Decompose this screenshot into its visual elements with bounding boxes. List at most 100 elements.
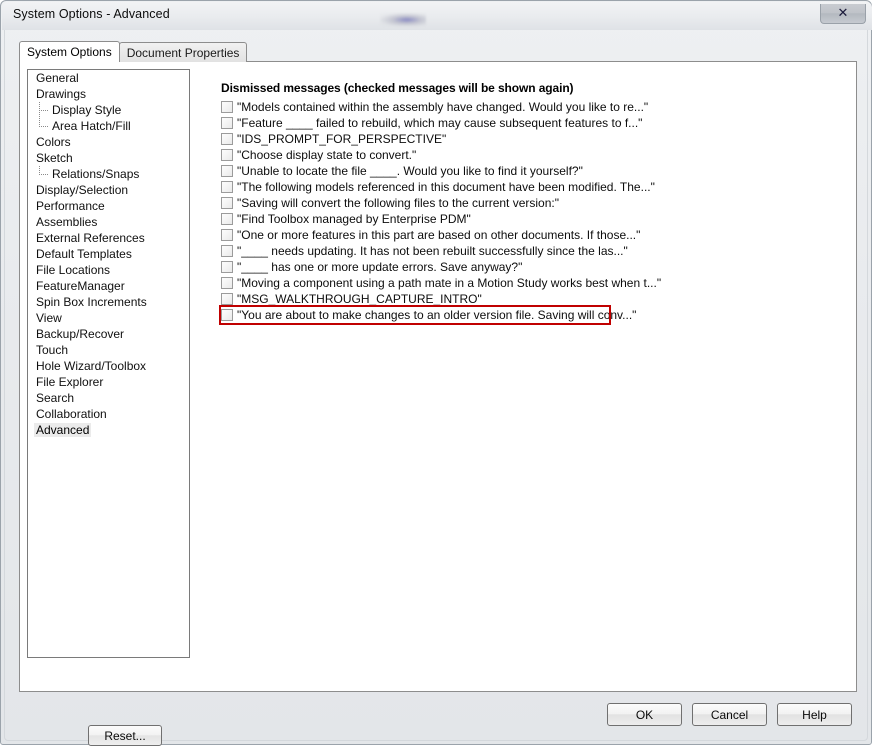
dismissed-message-row[interactable]: "IDS_PROMPT_FOR_PERSPECTIVE": [221, 131, 841, 147]
message-checkbox[interactable]: [221, 133, 233, 145]
message-checkbox[interactable]: [221, 277, 233, 289]
message-checkbox[interactable]: [221, 165, 233, 177]
message-label: "Models contained within the assembly ha…: [237, 100, 649, 114]
sidebar-item-label: File Explorer: [36, 375, 104, 389]
dismissed-message-row[interactable]: "____ needs updating. It has not been re…: [221, 243, 841, 259]
message-label: "MSG_WALKTHROUGH_CAPTURE_INTRO": [237, 292, 482, 306]
tab-document-properties[interactable]: Document Properties: [118, 42, 248, 62]
sidebar-item-view[interactable]: View: [28, 310, 189, 326]
sidebar-item-relations-snaps[interactable]: Relations/Snaps: [28, 166, 189, 182]
sidebar-item-label: Search: [36, 391, 75, 405]
tab-label: Document Properties: [126, 45, 240, 60]
tab-panel: General Drawings Display Style Area Hatch/F…: [19, 61, 857, 746]
sidebar-item-featuremanager[interactable]: FeatureManager: [28, 278, 189, 294]
sidebar-item-area-hatch-fill[interactable]: Area Hatch/Fill: [28, 118, 189, 134]
message-checkbox[interactable]: [221, 181, 233, 193]
sidebar-item-collaboration[interactable]: Collaboration: [28, 406, 189, 422]
dismissed-message-row[interactable]: "Models contained within the assembly ha…: [221, 99, 841, 115]
dismissed-message-row[interactable]: "Saving will convert the following files…: [221, 195, 841, 211]
dismissed-message-row[interactable]: "Unable to locate the file ____. Would y…: [221, 163, 841, 179]
tab-strip: System Options Document Properties: [19, 41, 857, 62]
sidebar-item-label: FeatureManager: [36, 279, 125, 293]
message-label: "One or more features in this part are b…: [237, 228, 641, 242]
sidebar-item-spin-box-increments[interactable]: Spin Box Increments: [28, 294, 189, 310]
sidebar-item-label: Relations/Snaps: [52, 167, 140, 181]
sidebar-item-performance[interactable]: Performance: [28, 198, 189, 214]
dismissed-message-row[interactable]: "Choose display state to convert.": [221, 147, 841, 163]
sidebar-item-label: Display/Selection: [36, 183, 129, 197]
sidebar-item-file-explorer[interactable]: File Explorer: [28, 374, 189, 390]
dismissed-message-row-highlighted[interactable]: "You are about to make changes to an old…: [219, 305, 636, 325]
sidebar-item-touch[interactable]: Touch: [28, 342, 189, 358]
sidebar-item-label: Advanced: [34, 423, 92, 437]
sidebar-item-backup-recover[interactable]: Backup/Recover: [28, 326, 189, 342]
message-label: "The following models referenced in this…: [237, 180, 655, 194]
message-label: "IDS_PROMPT_FOR_PERSPECTIVE": [237, 132, 447, 146]
tab-label: System Options: [27, 45, 112, 59]
close-x-icon[interactable]: ✕: [820, 4, 866, 24]
help-button[interactable]: Help: [777, 703, 852, 726]
ok-button-label: OK: [635, 707, 654, 722]
message-checkbox[interactable]: [221, 213, 233, 225]
sidebar-item-label: External References: [36, 231, 145, 245]
window-title: System Options - Advanced: [13, 7, 170, 21]
dismissed-messages-section: Dismissed messages (checked messages wil…: [219, 81, 841, 325]
help-button-label: Help: [802, 707, 827, 722]
cancel-button[interactable]: Cancel: [692, 703, 767, 726]
sidebar-item-colors[interactable]: Colors: [28, 134, 189, 150]
dismissed-messages-list: "Models contained within the assembly ha…: [219, 99, 841, 325]
message-checkbox[interactable]: [221, 245, 233, 257]
dismissed-message-row[interactable]: "Moving a component using a path mate in…: [221, 275, 841, 291]
dismissed-message-row[interactable]: "MSG_WALKTHROUGH_CAPTURE_INTRO": [221, 291, 841, 307]
sidebar-item-label: General: [36, 71, 79, 85]
title-bar-artifact: [380, 13, 426, 26]
sidebar-item-advanced[interactable]: Advanced: [28, 422, 189, 438]
dismissed-message-row[interactable]: "One or more features in this part are b…: [221, 227, 841, 243]
message-checkbox[interactable]: [221, 149, 233, 161]
sidebar-item-drawings[interactable]: Drawings: [28, 86, 189, 102]
sidebar-item-label: Drawings: [36, 87, 87, 101]
message-checkbox[interactable]: [221, 261, 233, 273]
sidebar-item-default-templates[interactable]: Default Templates: [28, 246, 189, 262]
sidebar-item-hole-wizard-toolbox[interactable]: Hole Wizard/Toolbox: [28, 358, 189, 374]
options-category-tree[interactable]: General Drawings Display Style Area Hatch/F…: [27, 69, 190, 658]
sidebar-item-file-locations[interactable]: File Locations: [28, 262, 189, 278]
dismissed-message-row[interactable]: "____ has one or more update errors. Sav…: [221, 259, 841, 275]
message-label: "Feature ____ failed to rebuild, which m…: [237, 116, 643, 130]
sidebar-item-label: Default Templates: [36, 247, 132, 261]
reset-button-label: Reset...: [104, 728, 146, 743]
message-checkbox[interactable]: [221, 197, 233, 209]
sidebar-item-label: Backup/Recover: [36, 327, 125, 341]
message-label: "Find Toolbox managed by Enterprise PDM": [237, 212, 471, 226]
sidebar-item-label: Hole Wizard/Toolbox: [36, 359, 147, 373]
sidebar-item-display-selection[interactable]: Display/Selection: [28, 182, 189, 198]
message-checkbox[interactable]: [221, 101, 233, 113]
sidebar-item-display-style[interactable]: Display Style: [28, 102, 189, 118]
message-label: "You are about to make changes to an old…: [237, 308, 637, 322]
message-checkbox[interactable]: [221, 309, 233, 321]
sidebar-item-label: Display Style: [52, 103, 122, 117]
sidebar-item-sketch[interactable]: Sketch: [28, 150, 189, 166]
tree-connector-icon: [39, 166, 50, 182]
dismissed-message-row[interactable]: "Feature ____ failed to rebuild, which m…: [221, 115, 841, 131]
message-checkbox[interactable]: [221, 117, 233, 129]
sidebar-item-label: Spin Box Increments: [36, 295, 147, 309]
sidebar-item-search[interactable]: Search: [28, 390, 189, 406]
message-label: "Moving a component using a path mate in…: [237, 276, 662, 290]
sidebar-item-label: Sketch: [36, 151, 73, 165]
reset-button[interactable]: Reset...: [88, 725, 162, 746]
sidebar-item-external-references[interactable]: External References: [28, 230, 189, 246]
dismissed-message-row[interactable]: "The following models referenced in this…: [221, 179, 841, 195]
sidebar-item-label: Colors: [36, 135, 71, 149]
message-checkbox[interactable]: [221, 229, 233, 241]
ok-button[interactable]: OK: [607, 703, 682, 726]
message-checkbox[interactable]: [221, 293, 233, 305]
cancel-button-label: Cancel: [710, 707, 749, 722]
dismissed-messages-heading: Dismissed messages (checked messages wil…: [221, 81, 574, 95]
sidebar-item-label: Touch: [36, 343, 69, 357]
tab-system-options[interactable]: System Options: [19, 41, 120, 62]
dismissed-message-row[interactable]: "Find Toolbox managed by Enterprise PDM": [221, 211, 841, 227]
sidebar-item-label: Area Hatch/Fill: [52, 119, 131, 133]
sidebar-item-assemblies[interactable]: Assemblies: [28, 214, 189, 230]
sidebar-item-general[interactable]: General: [28, 70, 189, 86]
